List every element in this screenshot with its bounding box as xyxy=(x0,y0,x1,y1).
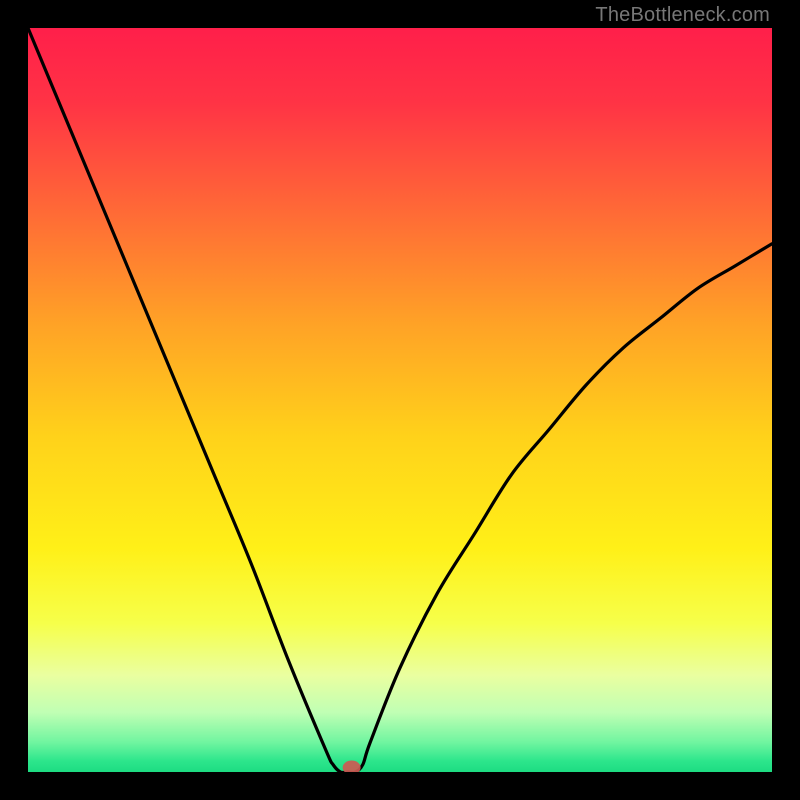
gradient-background xyxy=(28,28,772,772)
attribution-watermark: TheBottleneck.com xyxy=(595,4,770,27)
chart-frame: TheBottleneck.com xyxy=(0,0,800,800)
bottleneck-chart xyxy=(28,28,772,772)
plot-area xyxy=(28,28,772,772)
